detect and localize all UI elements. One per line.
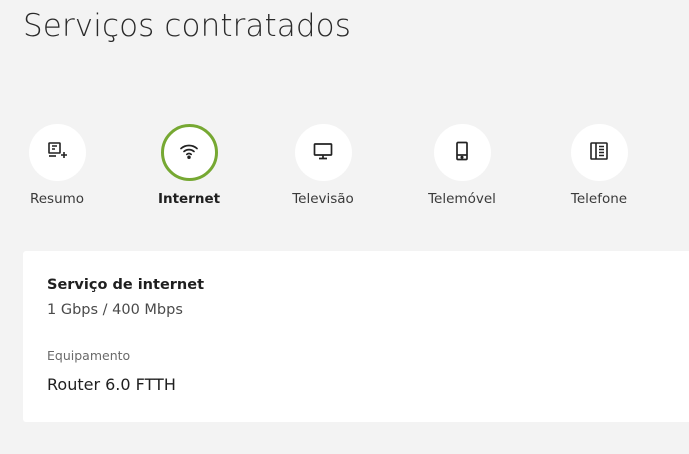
equipment-value: Router 6.0 FTTH — [47, 375, 176, 394]
tab-internet[interactable]: Internet — [139, 124, 239, 214]
tab-telemovel-circle[interactable] — [433, 124, 491, 181]
tab-televisao-circle[interactable] — [294, 124, 352, 181]
mobile-phone-icon — [451, 140, 473, 166]
tab-resumo-circle[interactable] — [28, 124, 86, 181]
landline-phone-icon — [588, 140, 610, 166]
service-tabs: Resumo Internet Televisão Telemóvel Tele… — [0, 124, 689, 214]
wifi-icon — [178, 140, 200, 166]
tab-internet-label: Internet — [157, 191, 221, 207]
tab-telefone-label: Telefone — [570, 191, 628, 207]
service-title: Serviço de internet — [47, 277, 205, 293]
tab-telemovel-label: Telemóvel — [428, 191, 496, 207]
service-speed: 1 Gbps / 400 Mbps — [47, 302, 183, 318]
tab-televisao-label: Televisão — [292, 191, 354, 207]
tab-telefone[interactable]: Telefone — [549, 124, 649, 214]
tv-icon — [312, 140, 334, 166]
tab-televisao[interactable]: Televisão — [273, 124, 373, 214]
tab-internet-circle[interactable] — [160, 124, 218, 181]
equipment-label: Equipamento — [47, 348, 131, 363]
page-title: Serviços contratados — [23, 8, 351, 44]
page: Serviços contratados Resumo Internet Tel… — [0, 0, 689, 454]
tab-resumo-label: Resumo — [29, 191, 85, 207]
service-card: Serviço de internet 1 Gbps / 400 Mbps Eq… — [23, 251, 689, 422]
summary-icon — [46, 140, 68, 166]
tab-telefone-circle[interactable] — [570, 124, 628, 181]
tab-resumo[interactable]: Resumo — [7, 124, 107, 214]
tab-telemovel[interactable]: Telemóvel — [412, 124, 512, 214]
